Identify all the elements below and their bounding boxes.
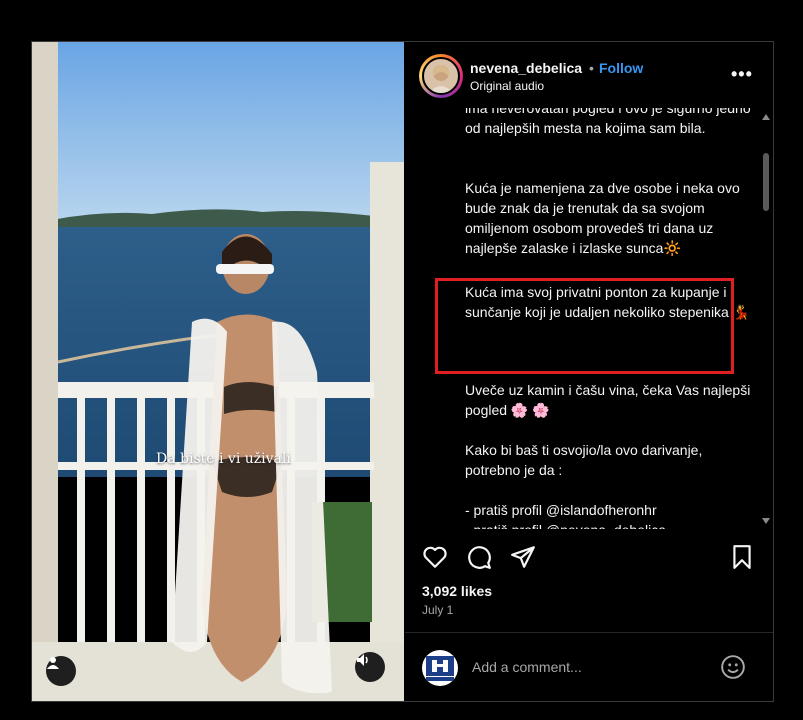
post-media[interactable]: Da biste i vi uživali [32,42,404,701]
user-icon [47,657,59,669]
caption-paragraph: ima neverovatan pogled i ovo je sigurno … [465,108,751,136]
follow-button[interactable]: Follow [599,60,643,76]
caption-paragraph: - pratiš profil @nevena_debelica [465,520,755,529]
red-highlight-box [435,278,734,374]
story-ring[interactable] [419,54,463,98]
scroll-down-icon [762,518,770,524]
more-options-button[interactable]: ••• [731,64,753,85]
avatar [422,57,460,95]
comment-icon[interactable] [466,544,492,570]
speaker-icon [357,654,368,666]
scroll-thumb[interactable] [763,153,769,211]
heart-icon[interactable] [422,544,448,570]
photo [32,42,404,701]
bookmark-icon[interactable] [729,544,755,570]
comment-input[interactable]: Add a comment... [472,659,582,675]
likes-count[interactable]: 3,092 likes [422,583,492,599]
audio-link[interactable]: Original audio [470,79,544,93]
separator-dot: • [589,60,594,76]
current-user-avatar [422,650,458,686]
caption-paragraph: Kako bi baš ti osvojio/la ovo darivanje,… [465,442,703,478]
video-overlay-text: Da biste i vi uživali [156,451,291,467]
username-link[interactable]: nevena_debelica [470,60,582,76]
caption-scrollbar[interactable] [759,108,773,529]
post-date[interactable]: July 1 [422,603,453,617]
tagged-users-button[interactable] [46,656,76,686]
sound-toggle-button[interactable] [355,652,385,682]
post-header: nevena_debelica • Follow Original audio … [405,42,773,108]
scroll-up-icon [762,114,770,120]
caption-paragraph: Uveče uz kamin i čašu vina, čeka Vas naj… [465,382,751,418]
caption-paragraph: Kuća je namenjena za dve osobe i neka ov… [465,180,740,256]
share-icon[interactable] [510,544,536,570]
caption-paragraph: - pratiš profil @islandofheronhr [465,502,657,518]
divider [405,632,773,633]
emoji-icon[interactable] [720,654,746,680]
